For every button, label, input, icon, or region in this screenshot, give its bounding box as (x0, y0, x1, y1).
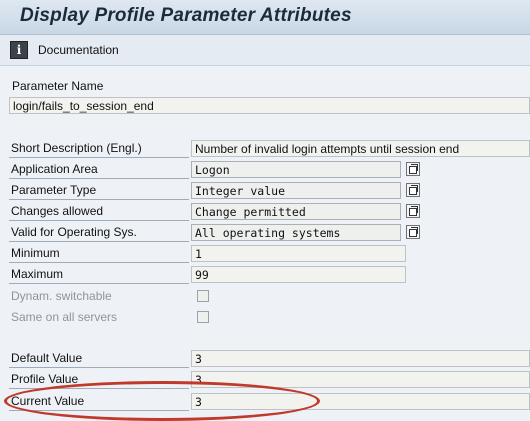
current-value-field[interactable]: 3 (191, 393, 530, 410)
application-area-field[interactable]: Logon (191, 161, 401, 178)
documentation-label: Documentation (38, 43, 119, 57)
changes-allowed-label: Changes allowed (9, 202, 189, 221)
parameter-name-label: Parameter Name (12, 79, 104, 93)
parameter-type-field[interactable]: Integer value (191, 182, 401, 199)
documentation-button[interactable]: i Documentation (10, 40, 119, 60)
parameter-name-field[interactable]: login/fails_to_session_end (9, 97, 530, 114)
short-description-label: Short Description (Engl.) (9, 139, 189, 158)
current-value-label: Current Value (9, 392, 189, 411)
default-value-label: Default Value (9, 349, 189, 368)
title-bar: Display Profile Parameter Attributes (0, 0, 530, 35)
maximum-field[interactable]: 99 (191, 266, 406, 283)
parameter-type-help-icon[interactable] (406, 183, 420, 197)
dynam-switchable-label: Dynam. switchable (11, 289, 112, 303)
valid-for-os-help-icon[interactable] (406, 225, 420, 239)
parameter-type-label: Parameter Type (9, 181, 189, 200)
minimum-label: Minimum (9, 244, 189, 263)
profile-value-field[interactable]: 3 (191, 371, 530, 388)
changes-allowed-help-icon[interactable] (406, 204, 420, 218)
application-toolbar: i Documentation (0, 35, 530, 66)
changes-allowed-field[interactable]: Change permitted (191, 203, 401, 220)
valid-for-os-label: Valid for Operating Sys. (9, 223, 189, 242)
window-title: Display Profile Parameter Attributes (20, 5, 352, 26)
maximum-label: Maximum (9, 265, 189, 284)
minimum-field[interactable]: 1 (191, 245, 406, 262)
default-value-field[interactable]: 3 (191, 350, 530, 367)
short-description-field[interactable]: Number of invalid login attempts until s… (191, 140, 530, 157)
application-area-help-icon[interactable] (406, 162, 420, 176)
valid-for-os-field[interactable]: All operating systems (191, 224, 401, 241)
application-area-label: Application Area (9, 160, 189, 179)
same-on-all-servers-label: Same on all servers (11, 310, 118, 324)
info-icon: i (10, 41, 28, 59)
same-on-all-servers-checkbox[interactable] (197, 311, 209, 323)
profile-value-label: Profile Value (9, 370, 189, 389)
dynam-switchable-checkbox[interactable] (197, 290, 209, 302)
